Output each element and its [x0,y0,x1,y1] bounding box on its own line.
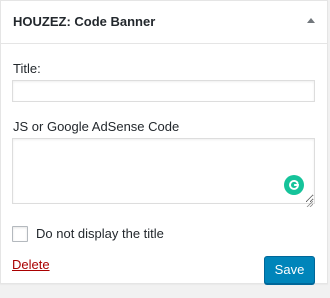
arrow-up-icon[interactable] [307,18,315,23]
resize-handle-icon[interactable] [306,194,314,208]
code-field-label: JS or Google AdSense Code [13,119,180,134]
title-field-label: Title: [13,61,41,76]
widget-header[interactable]: HOUZEZ: Code Banner [1,1,327,44]
title-input[interactable] [12,80,315,102]
grammarly-icon[interactable] [284,175,304,195]
save-button[interactable]: Save [264,256,315,284]
code-textarea[interactable] [12,138,315,204]
hide-title-label[interactable]: Do not display the title [36,226,164,242]
widget-title: HOUZEZ: Code Banner [13,14,156,29]
delete-link[interactable]: Delete [12,257,50,272]
hide-title-checkbox[interactable] [12,226,28,242]
